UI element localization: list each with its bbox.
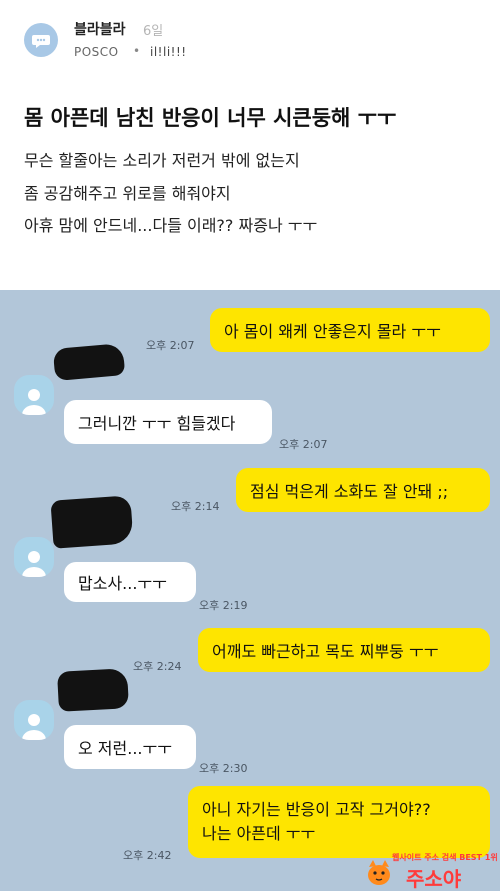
redacted-name [57, 668, 129, 712]
post-body-line: 좀 공감해주고 위로를 해줘야지 [24, 184, 231, 203]
author-nickname: il!li!!! [150, 45, 187, 59]
meta-separator: • [133, 44, 141, 58]
default-profile-icon [22, 551, 46, 577]
friend-avatar[interactable] [14, 375, 54, 415]
message-text: 오 저런...ㅜㅜ [78, 739, 172, 758]
friend-message-bubble: 그러니깐 ㅜㅜ 힘들겠다 [64, 400, 272, 444]
message-text: 어깨도 빠근하고 목도 찌뿌둥 ㅜㅜ [212, 642, 439, 661]
friend-avatar[interactable] [14, 700, 54, 740]
post-body-line: 무슨 할줄아는 소리가 저런거 밖에 없는지 [24, 151, 300, 170]
chat-screenshot: 아 몸이 왜케 안좋은지 몰라 ㅜㅜ 오후 2:07 그러니깐 ㅜㅜ 힘들겠다 … [0, 290, 500, 891]
redacted-name [50, 495, 134, 549]
message-text: 점심 먹은게 소화도 잘 안돼 ;; [250, 482, 449, 501]
message-time: 오후 2:07 [146, 339, 195, 352]
my-message-bubble: 점심 먹은게 소화도 잘 안돼 ;; [236, 468, 490, 512]
watermark-brand: 주소야 [406, 867, 462, 891]
friend-avatar[interactable] [14, 537, 54, 577]
post-author[interactable]: 블라블라 [74, 19, 126, 39]
author-company: POSCO [74, 45, 119, 59]
friend-message-bubble: 맙소사...ㅜㅜ [64, 562, 196, 602]
message-time: 오후 2:14 [171, 500, 220, 513]
redacted-name [52, 343, 126, 381]
post-body-line: 아휴 맘에 안드네...다들 이래?? 짜증나 ㅜㅜ [24, 216, 318, 235]
message-text: 맙소사...ㅜㅜ [78, 574, 167, 593]
watermark-caption: 웹사이트 주소 검색 BEST 1위 [392, 853, 498, 862]
my-message-bubble: 어깨도 빠근하고 목도 찌뿌둥 ㅜㅜ [198, 628, 490, 672]
post-time-ago: 6일 [143, 24, 164, 39]
message-time: 오후 2:24 [133, 660, 182, 673]
message-time: 오후 2:07 [279, 438, 328, 451]
my-message-bubble: 아니 자기는 반응이 고작 그거야?? 나는 아픈데 ㅜㅜ [188, 786, 490, 858]
post-title: 몸 아픈데 남친 반응이 너무 시큰둥해 ㅜㅜ [24, 106, 397, 130]
message-text-line: 나는 아픈데 ㅜㅜ [202, 824, 316, 843]
message-text: 그러니깐 ㅜㅜ 힘들겠다 [78, 414, 236, 433]
default-profile-icon [22, 714, 46, 740]
site-watermark: 웹사이트 주소 검색 BEST 1위 주소야 [362, 850, 500, 891]
message-time: 오후 2:30 [199, 762, 248, 775]
default-profile-icon [22, 389, 46, 415]
my-message-bubble: 아 몸이 왜케 안좋은지 몰라 ㅜㅜ [210, 308, 490, 352]
message-time: 오후 2:42 [123, 849, 172, 862]
message-time: 오후 2:19 [199, 599, 248, 612]
message-text-line: 아니 자기는 반응이 고작 그거야?? [202, 800, 431, 819]
mascot-logo-icon [368, 860, 390, 885]
friend-message-bubble: 오 저런...ㅜㅜ [64, 725, 196, 769]
message-text: 아 몸이 왜케 안좋은지 몰라 ㅜㅜ [224, 322, 441, 341]
chat-bubble-icon [32, 35, 50, 48]
channel-avatar[interactable] [24, 23, 58, 57]
post-header: 블라블라 6일 POSCO • il!li!!! 몸 아픈데 남친 반응이 너무… [0, 0, 500, 290]
